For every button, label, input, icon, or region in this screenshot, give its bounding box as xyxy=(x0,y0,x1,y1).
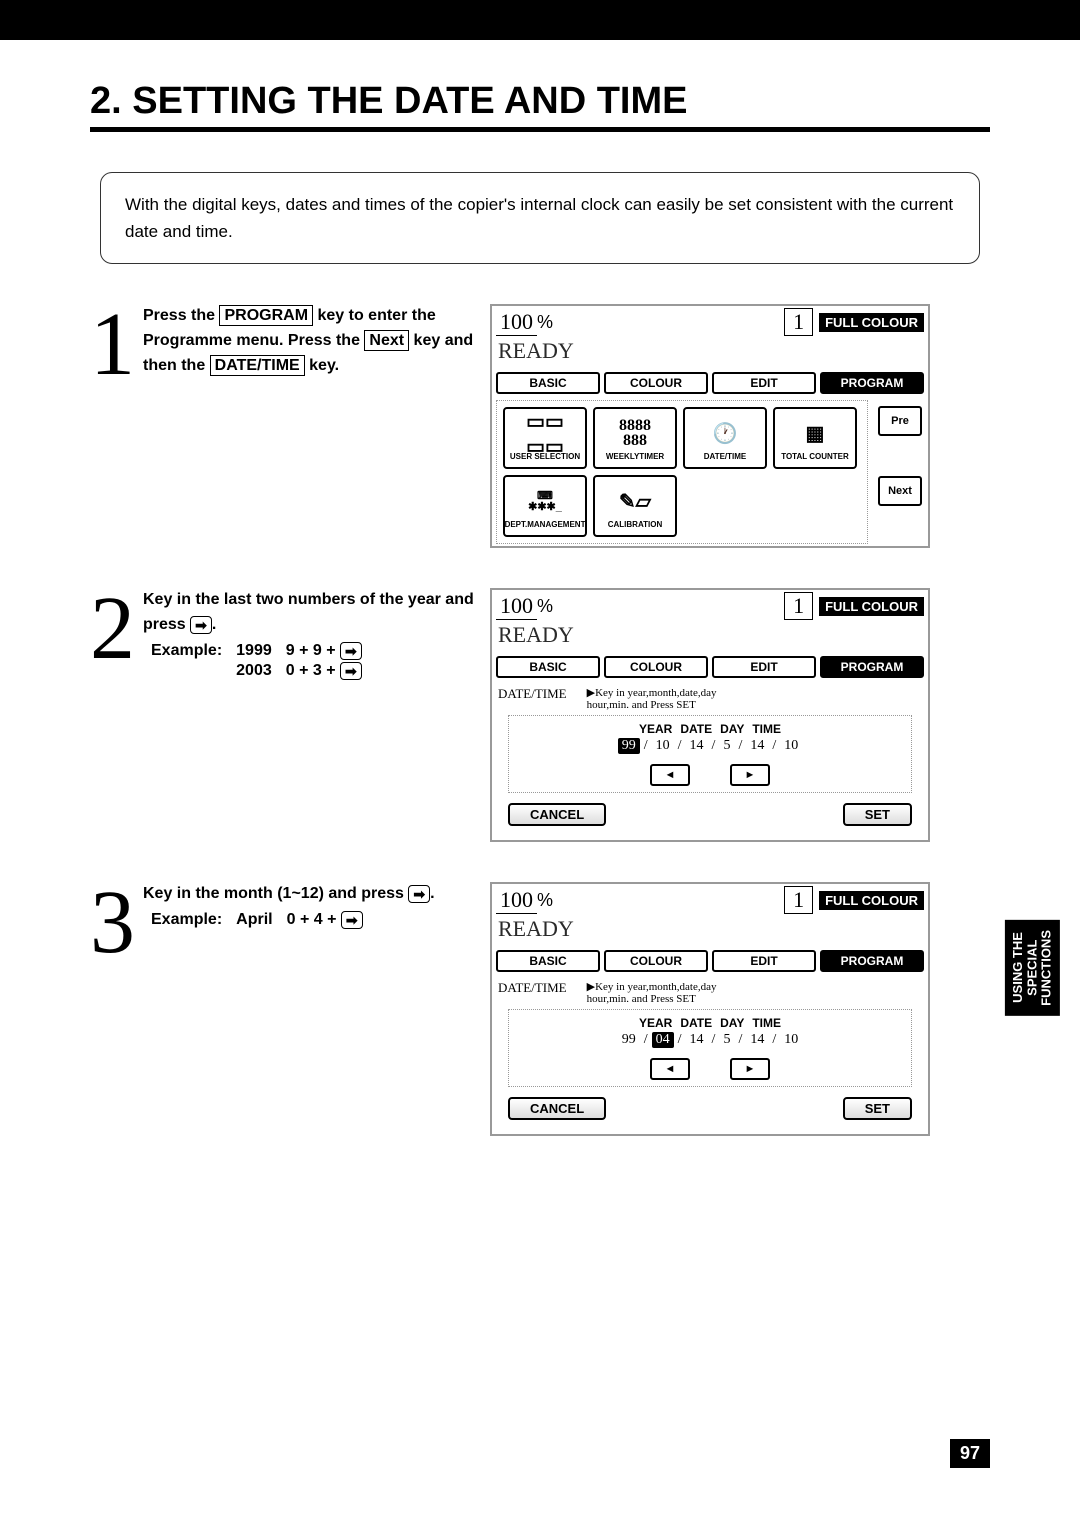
tab-program[interactable]: PROGRAM xyxy=(820,950,924,972)
date-fields: YEARDATEDAYTIME 99/ 04/ 14/ 5/ 14/ 10 ◄ … xyxy=(508,1009,912,1087)
date-fields: YEARDATEDAYTIME 99/ 10/ 14/ 5/ 14/ 10 ◄ … xyxy=(508,715,912,793)
counter-icon: ▦ xyxy=(806,416,825,452)
ready-status: READY xyxy=(492,916,928,946)
next-button[interactable]: Next xyxy=(878,476,922,506)
hint-line-1: ▶Key in year,month,date,day xyxy=(587,980,717,993)
screen-3: 100 % 1 FULL COLOUR READY BASIC COLOUR E… xyxy=(490,882,930,1136)
calibration-icon: ✎▱ xyxy=(619,484,651,520)
screen-2: 100 % 1 FULL COLOUR READY BASIC COLOUR E… xyxy=(490,588,930,842)
step-2-example: Example:19999 + 9 + ➡ 20030 + 3 + ➡ xyxy=(143,640,370,682)
step-1-number: 1 xyxy=(90,304,135,385)
calibration-button[interactable]: ✎▱CALIBRATION xyxy=(593,475,677,537)
date-time-button[interactable]: 🕐DATE/TIME xyxy=(683,407,767,469)
date-values: 99/ 04/ 14/ 5/ 14/ 10 xyxy=(515,1032,905,1048)
ready-status: READY xyxy=(492,622,928,652)
step-3-row: 3 Key in the month (1~12) and press ➡. E… xyxy=(90,882,990,1136)
cancel-button[interactable]: CANCEL xyxy=(508,1097,606,1120)
program-grid: ▭▭▭▭USER SELECTION 8888888WEEKLYTIMER 🕐D… xyxy=(496,400,868,544)
tab-program[interactable]: PROGRAM xyxy=(820,372,924,394)
colour-mode-badge: FULL COLOUR xyxy=(819,597,924,616)
hint-line-2: hour,min. and Press SET xyxy=(587,699,717,711)
step-3-text: Key in the month (1~12) and press ➡. xyxy=(90,882,480,907)
weekly-timer-button[interactable]: 8888888WEEKLYTIMER xyxy=(593,407,677,469)
screen-1: 100 % 1 FULL COLOUR READY BASIC COLOUR E… xyxy=(490,304,930,548)
header-bar xyxy=(0,0,1080,40)
zoom-percent: 100 xyxy=(496,309,537,336)
step-2-row: 2 Key in the last two numbers of the yea… xyxy=(90,588,990,842)
arrow-right-icon: ➡ xyxy=(190,616,212,634)
step-3-number: 3 xyxy=(90,882,135,963)
arrow-left-button[interactable]: ◄ xyxy=(650,764,690,786)
set-button[interactable]: SET xyxy=(843,803,912,826)
tab-colour[interactable]: COLOUR xyxy=(604,950,708,972)
tab-basic[interactable]: BASIC xyxy=(496,950,600,972)
total-counter-button[interactable]: ▦TOTAL COUNTER xyxy=(773,407,857,469)
digits-icon: 8888888 xyxy=(619,416,651,452)
datetime-key: DATE/TIME xyxy=(210,355,305,376)
tab-program[interactable]: PROGRAM xyxy=(820,656,924,678)
arrow-right-icon: ➡ xyxy=(341,911,363,929)
year-field-active[interactable]: 99 xyxy=(618,738,640,754)
step-3-example: Example:April0 + 4 + ➡ xyxy=(143,909,371,931)
tab-edit[interactable]: EDIT xyxy=(712,656,816,678)
percent-sign: % xyxy=(537,596,553,617)
copy-count: 1 xyxy=(784,886,813,914)
tab-colour[interactable]: COLOUR xyxy=(604,656,708,678)
next-key: Next xyxy=(364,330,409,351)
cancel-button[interactable]: CANCEL xyxy=(508,803,606,826)
step-2-text: Key in the last two numbers of the year … xyxy=(90,588,480,638)
dept-management-button[interactable]: ⌨✱✱✱_DEPT.MANAGEMENT xyxy=(503,475,587,537)
set-button[interactable]: SET xyxy=(843,1097,912,1120)
zoom-percent: 100 xyxy=(496,887,537,914)
step-2-number: 2 xyxy=(90,588,135,669)
tab-colour[interactable]: COLOUR xyxy=(604,372,708,394)
program-key: PROGRAM xyxy=(219,305,313,326)
ready-status: READY xyxy=(492,338,928,368)
tab-row: BASIC COLOUR EDIT PROGRAM xyxy=(492,946,928,976)
arrow-right-icon: ➡ xyxy=(340,642,362,660)
arrow-right-icon: ➡ xyxy=(340,662,362,680)
page-number: 97 xyxy=(950,1439,990,1468)
hint-line-1: ▶Key in year,month,date,day xyxy=(587,686,717,699)
datetime-panel-label: DATE/TIME xyxy=(498,686,567,711)
copy-count: 1 xyxy=(784,308,813,336)
paper-trays-icon: ▭▭▭▭ xyxy=(526,416,564,452)
colour-mode-badge: FULL COLOUR xyxy=(819,313,924,332)
clock-icon: 🕐 xyxy=(713,416,738,452)
zoom-percent: 100 xyxy=(496,593,537,620)
tab-basic[interactable]: BASIC xyxy=(496,656,600,678)
colour-mode-badge: FULL COLOUR xyxy=(819,891,924,910)
title-underline xyxy=(90,127,990,132)
side-tab: USING THESPECIALFUNCTIONS xyxy=(1005,920,1060,1016)
tab-row: BASIC COLOUR EDIT PROGRAM xyxy=(492,368,928,398)
copy-count: 1 xyxy=(784,592,813,620)
month-field-active[interactable]: 04 xyxy=(652,1032,674,1048)
tab-edit[interactable]: EDIT xyxy=(712,372,816,394)
tab-basic[interactable]: BASIC xyxy=(496,372,600,394)
percent-sign: % xyxy=(537,312,553,333)
step-1-text: Press the PROGRAM key to enter the Progr… xyxy=(90,304,480,378)
intro-box: With the digital keys, dates and times o… xyxy=(100,172,980,264)
arrow-right-icon: ➡ xyxy=(408,885,430,903)
percent-sign: % xyxy=(537,890,553,911)
tab-edit[interactable]: EDIT xyxy=(712,950,816,972)
hint-line-2: hour,min. and Press SET xyxy=(587,993,717,1005)
arrow-right-button[interactable]: ► xyxy=(730,764,770,786)
pre-button[interactable]: Pre xyxy=(878,406,922,436)
user-selection-button[interactable]: ▭▭▭▭USER SELECTION xyxy=(503,407,587,469)
arrow-right-button[interactable]: ► xyxy=(730,1058,770,1080)
date-values: 99/ 10/ 14/ 5/ 14/ 10 xyxy=(515,738,905,754)
datetime-panel-label: DATE/TIME xyxy=(498,980,567,1005)
tab-row: BASIC COLOUR EDIT PROGRAM xyxy=(492,652,928,682)
step-1-row: 1 Press the PROGRAM key to enter the Pro… xyxy=(90,304,990,548)
arrow-left-button[interactable]: ◄ xyxy=(650,1058,690,1080)
keyboard-icon: ⌨✱✱✱_ xyxy=(528,484,562,520)
section-title: 2. SETTING THE DATE AND TIME xyxy=(90,80,990,123)
